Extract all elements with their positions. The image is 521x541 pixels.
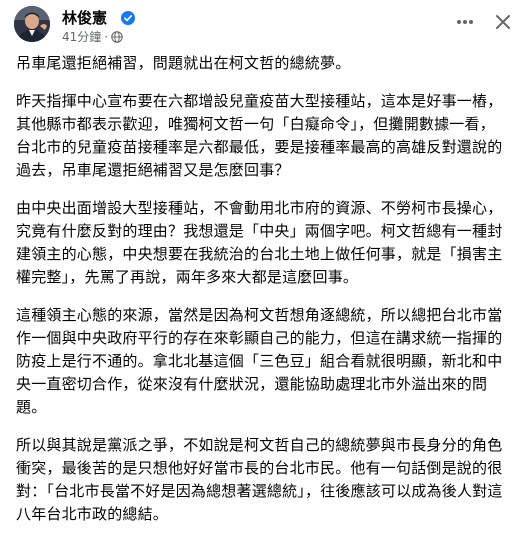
post-meta: 41分鐘 · <box>62 30 123 44</box>
meta-separator: · <box>104 30 109 44</box>
post-paragraph: 昨天指揮中心宣布要在六都增設兒童疫苗大型接種站，這本是好事一樁，其他縣市都表示歡… <box>16 92 503 179</box>
post-body: 吊車尾還拒絕補習，問題就出在柯文哲的總統夢。 昨天指揮中心宣布要在六都增設兒童疫… <box>16 52 508 541</box>
post-paragraph: 這種領主心態的來源，當然是因為柯文哲想角逐總統，所以總把台北市當作一個與中央政府… <box>16 306 503 416</box>
post-timestamp[interactable]: 41分鐘 <box>62 30 101 44</box>
author-name[interactable]: 林俊憲 <box>62 9 107 27</box>
post-header: 林俊憲 41分鐘 · <box>0 0 521 48</box>
post-paragraph: 吊車尾還拒絕補習，問題就出在柯文哲的總統夢。 <box>16 54 351 72</box>
avatar-image <box>14 6 50 42</box>
close-icon[interactable] <box>491 10 515 34</box>
more-options-icon[interactable] <box>453 10 477 34</box>
post-paragraph: 所以與其說是黨派之爭，不如說是柯文哲自己的總統夢與市長身分的角色衝突，最後苦的是… <box>16 436 503 523</box>
author-avatar[interactable] <box>14 6 50 42</box>
facebook-post: 林俊憲 41分鐘 · 吊車尾還拒絕補習，問題就出在柯文哲的總統夢。 昨天指揮中心宣… <box>0 0 521 523</box>
verified-badge-icon <box>121 11 135 25</box>
globe-icon[interactable] <box>111 31 123 43</box>
post-paragraph: 由中央出面增設大型接種站，不會動用北市府的資源、不勞柯市長操心，究竟有什麼反對的… <box>16 199 503 286</box>
